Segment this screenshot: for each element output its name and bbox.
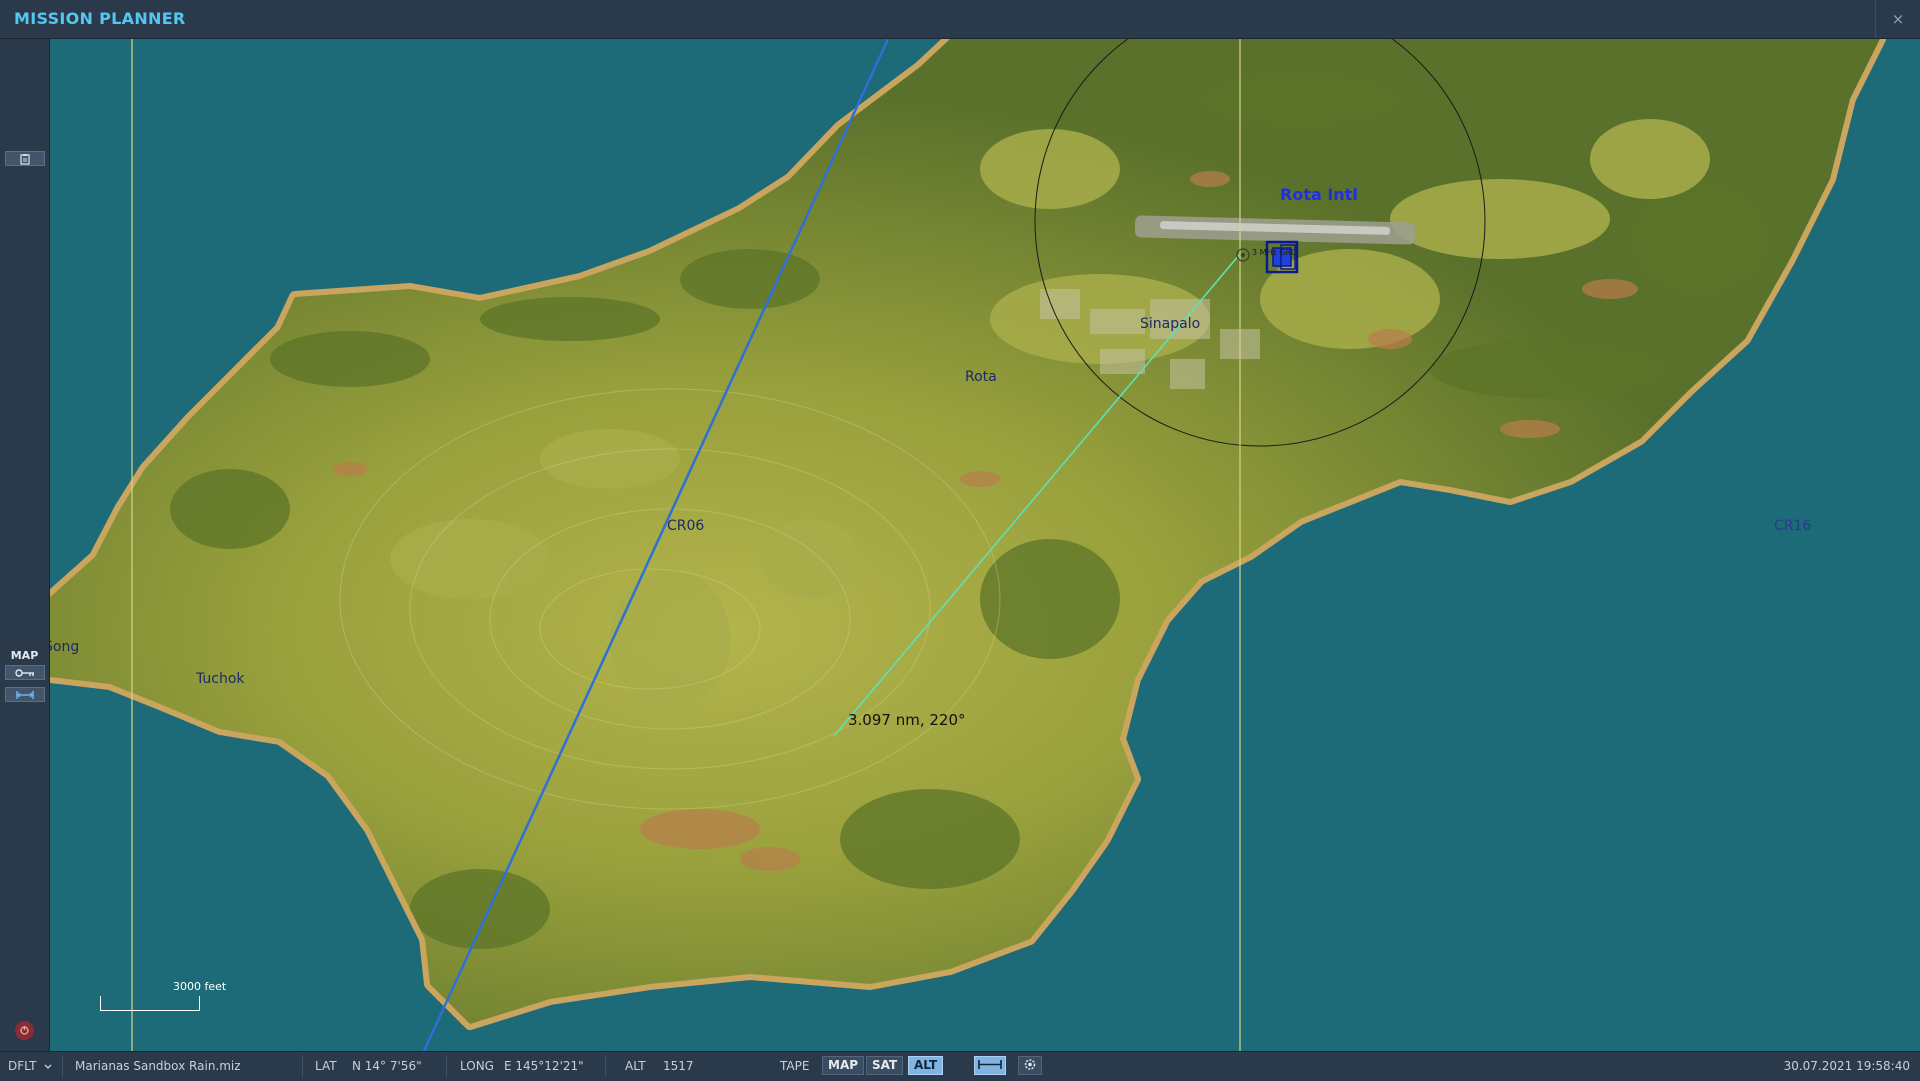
divider: [446, 1055, 447, 1077]
map-view[interactable]: Rota Intl 3 MHz GRO Sinapalo Rota CR06 C…: [50, 39, 1920, 1051]
waypoint-label-cr16[interactable]: CR16: [1774, 518, 1811, 534]
mission-brief-button[interactable]: [5, 151, 45, 166]
datetime: 30.07.2021 19:58:40: [1783, 1059, 1910, 1073]
exit-icon[interactable]: [15, 1021, 34, 1040]
close-icon[interactable]: ×: [1892, 10, 1905, 28]
settings-button[interactable]: [1018, 1056, 1042, 1075]
chevron-down-icon[interactable]: [44, 1064, 52, 1070]
tape-label: TAPE: [780, 1059, 810, 1073]
profile-select[interactable]: DFLT: [8, 1059, 52, 1073]
long-value: E 145°12'21": [504, 1059, 584, 1073]
ruler-icon: [978, 1060, 1002, 1069]
scale-bar: [100, 996, 200, 1011]
alt-value: 1517: [663, 1059, 694, 1073]
map-tools-label: MAP: [10, 649, 39, 662]
left-toolbar: MAP: [0, 39, 50, 1051]
title-bar: MISSION PLANNER ×: [0, 0, 1920, 39]
long-label: LONG: [460, 1059, 494, 1073]
key-icon: [15, 668, 34, 677]
clipboard-icon: [20, 153, 30, 165]
place-label-song: Song: [50, 639, 80, 655]
divider: [62, 1055, 63, 1077]
place-label-rota: Rota: [965, 369, 997, 385]
close-button[interactable]: ×: [1875, 0, 1920, 38]
ruler-icon: [15, 690, 35, 699]
lat-value: N 14° 7'56": [352, 1059, 422, 1073]
divider: [302, 1055, 303, 1077]
map-options-button[interactable]: [5, 665, 45, 680]
alt-mode-button[interactable]: ALT: [908, 1056, 944, 1075]
divider: [605, 1055, 606, 1077]
measure-readout: 3.097 nm, 220°: [848, 711, 966, 729]
place-label-tuchok: Tuchok: [196, 671, 245, 687]
mission-file-name: Marianas Sandbox Rain.miz: [75, 1059, 241, 1073]
gear-icon: [1024, 1059, 1036, 1070]
ruler-mode-button[interactable]: [974, 1056, 1006, 1075]
waypoint-label-cr06[interactable]: CR06: [667, 518, 704, 534]
terrain-map[interactable]: [50, 39, 1920, 1051]
scale-label: 3000 feet: [173, 980, 227, 993]
app-title: MISSION PLANNER: [14, 9, 186, 28]
airfield-label[interactable]: Rota Intl: [1280, 185, 1358, 204]
sat-mode-button[interactable]: SAT: [866, 1056, 904, 1075]
navaid-label: 3 MHz GRO: [1252, 248, 1298, 257]
place-label-sinapalo: Sinapalo: [1140, 316, 1201, 332]
ruler-tool-button[interactable]: [5, 687, 45, 702]
map-mode-button[interactable]: MAP: [822, 1056, 865, 1075]
status-bar: DFLT Marianas Sandbox Rain.miz LAT N 14°…: [0, 1051, 1920, 1081]
lat-label: LAT: [315, 1059, 337, 1073]
profile-value[interactable]: DFLT: [8, 1059, 37, 1073]
alt-label: ALT: [625, 1059, 646, 1073]
